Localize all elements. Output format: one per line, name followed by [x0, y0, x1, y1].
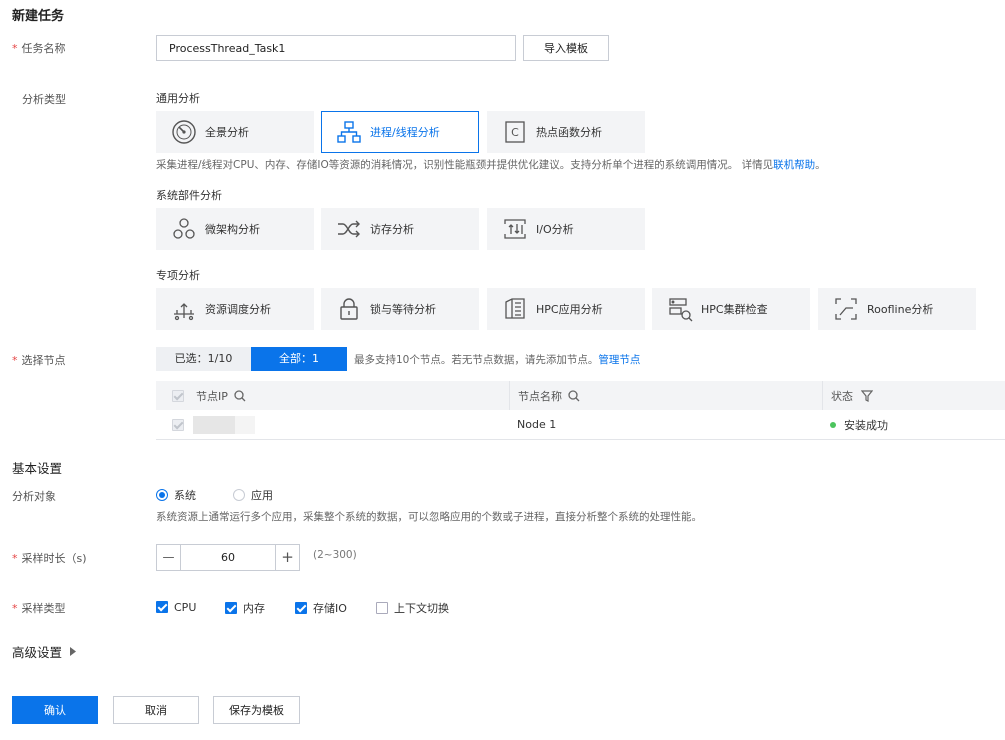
card-label: 微架构分析	[205, 223, 260, 236]
manage-nodes-link[interactable]: 管理节点	[598, 354, 640, 366]
checkbox-memory[interactable]: 内存	[225, 600, 265, 616]
required-mark: *	[12, 354, 18, 367]
card-memory-access-analysis[interactable]: 访存分析	[321, 208, 479, 250]
confirm-button[interactable]: 确认	[12, 696, 98, 724]
c-function-icon: C	[502, 119, 528, 145]
search-icon[interactable]	[234, 389, 246, 402]
lock-icon	[336, 296, 362, 322]
card-label: Roofline分析	[867, 303, 934, 316]
redacted-ip-tail	[235, 415, 255, 434]
radio-application[interactable]: 应用	[233, 487, 273, 503]
analysis-target-description: 系统资源上通常运行多个应用，采集整个系统的数据，可以忽略应用的个数或子进程，直接…	[156, 511, 702, 523]
cluster-check-icon	[667, 296, 693, 322]
checkbox-storage-io[interactable]: 存储IO	[295, 600, 347, 616]
task-name-input[interactable]	[156, 35, 516, 61]
analysis-target-label: 分析对象	[12, 490, 56, 503]
advanced-settings-toggle[interactable]: 高级设置	[12, 642, 77, 661]
import-template-button[interactable]: 导入模板	[523, 35, 609, 61]
page-title: 新建任务	[12, 9, 65, 24]
save-as-template-button[interactable]: 保存为模板	[213, 696, 300, 724]
table-row[interactable]: Node 1 安装成功	[156, 410, 1005, 440]
online-help-link[interactable]: 联机帮助	[773, 159, 815, 171]
checkbox-storage-io-box[interactable]	[295, 602, 307, 614]
card-label: 全景分析	[205, 126, 249, 139]
filter-icon[interactable]	[861, 389, 873, 402]
gauge-icon	[171, 119, 197, 145]
card-lock-wait-analysis[interactable]: 锁与等待分析	[321, 288, 479, 330]
duration-range-hint: (2~300)	[313, 549, 357, 561]
card-hotspot-function-analysis[interactable]: C 热点函数分析	[487, 111, 645, 153]
node-ip-cell	[156, 410, 509, 439]
analysis-type-label: 分析类型	[22, 93, 66, 106]
hierarchy-icon	[336, 119, 362, 145]
radio-application-circle[interactable]	[233, 489, 245, 501]
decrement-button[interactable]: —	[157, 545, 181, 570]
tab-selected-nodes[interactable]: 已选：1/10	[156, 347, 251, 371]
search-icon[interactable]	[568, 389, 580, 402]
nodes-table: 节点IP 节点名称 状态 Node 1 安装成功	[156, 381, 1005, 440]
card-io-analysis[interactable]: I/O分析	[487, 208, 645, 250]
card-hpc-cluster-check[interactable]: HPC集群检查	[652, 288, 810, 330]
tab-all-nodes[interactable]: 全部：1	[251, 347, 347, 371]
card-label: 访存分析	[370, 223, 414, 236]
required-mark: *	[12, 602, 18, 615]
card-label: 资源调度分析	[205, 303, 271, 316]
analysis-description: 采集进程/线程对CPU、内存、存储IO等资源的消耗情况，识别性能瓶颈并提供优化建…	[156, 159, 826, 171]
redacted-ip-block	[193, 415, 235, 434]
card-process-thread-analysis[interactable]: 进程/线程分析	[321, 111, 479, 153]
hpc-icon	[502, 296, 528, 322]
column-header-status: 状态	[822, 381, 1005, 410]
node-status-cell: 安装成功	[822, 410, 1005, 439]
card-label: 进程/线程分析	[370, 126, 440, 139]
card-label: I/O分析	[536, 223, 574, 236]
cancel-button[interactable]: 取消	[113, 696, 199, 724]
sample-type-label: * 采样类型	[12, 602, 66, 615]
radio-system-circle[interactable]	[156, 489, 168, 501]
sample-duration-stepper[interactable]: — 60 +	[156, 544, 300, 571]
task-name-label: * 任务名称	[12, 42, 66, 55]
duration-value[interactable]: 60	[181, 545, 275, 570]
checkbox-memory-box[interactable]	[225, 602, 237, 614]
column-header-name: 节点名称	[509, 381, 822, 410]
general-analysis-heading: 通用分析	[156, 92, 200, 105]
svg-text:C: C	[511, 126, 519, 139]
checkbox-context-switch-box[interactable]	[376, 602, 388, 614]
node-name-cell: Node 1	[517, 418, 557, 431]
sample-duration-label: * 采样时长（s)	[12, 552, 87, 565]
card-hpc-app-analysis[interactable]: HPC应用分析	[487, 288, 645, 330]
card-roofline-analysis[interactable]: Roofline分析	[818, 288, 976, 330]
required-mark: *	[12, 42, 18, 55]
checkbox-context-switch[interactable]: 上下文切换	[376, 600, 449, 616]
card-label: HPC应用分析	[536, 303, 603, 316]
card-microarch-analysis[interactable]: 微架构分析	[156, 208, 314, 250]
required-mark: *	[12, 552, 18, 565]
checkbox-cpu-box[interactable]	[156, 601, 168, 613]
status-dot	[830, 421, 836, 428]
card-label: 锁与等待分析	[370, 303, 436, 316]
radio-system[interactable]: 系统	[156, 487, 196, 503]
select-nodes-label: * 选择节点	[12, 354, 66, 367]
schedule-icon	[171, 296, 197, 322]
basic-settings-heading: 基本设置	[12, 461, 63, 476]
system-analysis-heading: 系统部件分析	[156, 189, 222, 202]
caret-right-icon	[70, 647, 77, 656]
card-panorama-analysis[interactable]: 全景分析	[156, 111, 314, 153]
table-header: 节点IP 节点名称 状态	[156, 381, 1005, 410]
card-resource-schedule-analysis[interactable]: 资源调度分析	[156, 288, 314, 330]
nodes-hint: 最多支持10个节点。若无节点数据，请先添加节点。管理节点	[354, 354, 641, 366]
card-label: HPC集群检查	[701, 303, 768, 316]
increment-button[interactable]: +	[275, 545, 299, 570]
special-analysis-heading: 专项分析	[156, 269, 200, 282]
checkbox-cpu[interactable]: CPU	[156, 600, 196, 614]
column-header-ip: 节点IP	[156, 381, 509, 410]
select-all-checkbox[interactable]	[172, 389, 184, 402]
card-label: 热点函数分析	[536, 126, 602, 139]
shuffle-icon	[336, 216, 362, 242]
circles-icon	[171, 216, 197, 242]
row-checkbox[interactable]	[172, 418, 184, 431]
io-icon	[502, 216, 528, 242]
roofline-icon	[833, 296, 859, 322]
